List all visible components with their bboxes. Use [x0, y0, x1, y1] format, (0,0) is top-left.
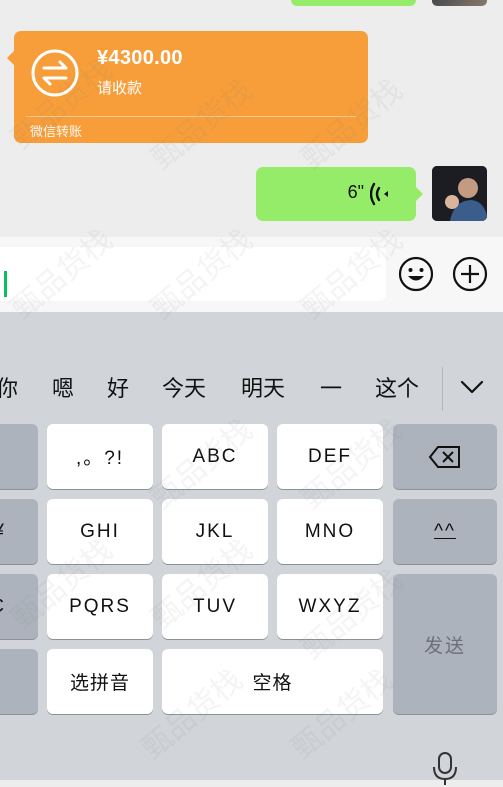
- voice-message-bubble[interactable]: 6": [256, 167, 423, 221]
- avatar-partial[interactable]: [432, 0, 487, 6]
- key-def[interactable]: DEF: [277, 424, 383, 489]
- voice-wave-icon: [370, 182, 388, 206]
- send-label: 发送: [423, 635, 466, 657]
- key-pqrs[interactable]: PQRS: [47, 574, 153, 639]
- candidate-word[interactable]: 你: [0, 371, 18, 403]
- message-input[interactable]: [0, 247, 386, 301]
- currency-key[interactable]: ¥: [0, 499, 38, 564]
- candidate-word[interactable]: 一: [320, 371, 342, 403]
- candidate-word[interactable]: 这个: [375, 371, 419, 403]
- candidate-word[interactable]: 好: [107, 371, 129, 403]
- backspace-icon: [428, 445, 460, 468]
- key-ghi[interactable]: GHI: [47, 499, 153, 564]
- candidate-word[interactable]: 嗯: [52, 371, 74, 403]
- keyboard: 你 嗯 好 今天 明天 一 这个 ,。?! ABC DEF ¥ GHI JKL …: [0, 312, 503, 785]
- chevron-down-icon[interactable]: [459, 379, 485, 395]
- key-mno[interactable]: MNO: [277, 499, 383, 564]
- transfer-status: 请收款: [97, 79, 143, 97]
- voice-duration: 6": [347, 182, 364, 202]
- candidate-word[interactable]: 明天: [241, 371, 285, 403]
- transfer-arrows-icon: [31, 49, 79, 97]
- candidate-word[interactable]: 今天: [162, 371, 206, 403]
- transfer-card[interactable]: ¥4300.00 请收款 微信转账: [7, 31, 368, 143]
- send-button[interactable]: 发送: [393, 574, 497, 714]
- key-punctuation[interactable]: ,。?!: [47, 424, 153, 489]
- emoji-icon[interactable]: [397, 255, 435, 293]
- previous-message-bubble[interactable]: [291, 0, 416, 6]
- candidate-separator: [442, 367, 443, 411]
- left-function-key[interactable]: C: [0, 574, 38, 639]
- user-avatar[interactable]: [432, 166, 487, 221]
- input-bar: [0, 237, 503, 312]
- divider: [26, 116, 356, 117]
- avatar-photo: [432, 166, 487, 221]
- key-wxyz[interactable]: WXYZ: [277, 574, 383, 639]
- select-pinyin-key[interactable]: 选拼音: [47, 649, 153, 714]
- microphone-icon[interactable]: [431, 751, 459, 787]
- left-function-key[interactable]: [0, 649, 38, 714]
- key-abc[interactable]: ABC: [162, 424, 268, 489]
- emoticon-key[interactable]: ^^: [393, 499, 497, 564]
- candidate-bar: 你 嗯 好 今天 明天 一 这个: [0, 354, 503, 412]
- space-key[interactable]: 空格: [162, 649, 383, 714]
- backspace-key[interactable]: [393, 424, 497, 489]
- key-tuv[interactable]: TUV: [162, 574, 268, 639]
- key-jkl[interactable]: JKL: [162, 499, 268, 564]
- transfer-source-label: 微信转账: [30, 125, 83, 140]
- plus-icon[interactable]: [451, 255, 489, 293]
- left-function-key[interactable]: [0, 424, 38, 489]
- text-caret: [4, 271, 7, 297]
- transfer-amount: ¥4300.00: [97, 47, 183, 69]
- chat-area: ¥4300.00 请收款 微信转账 6": [0, 0, 503, 237]
